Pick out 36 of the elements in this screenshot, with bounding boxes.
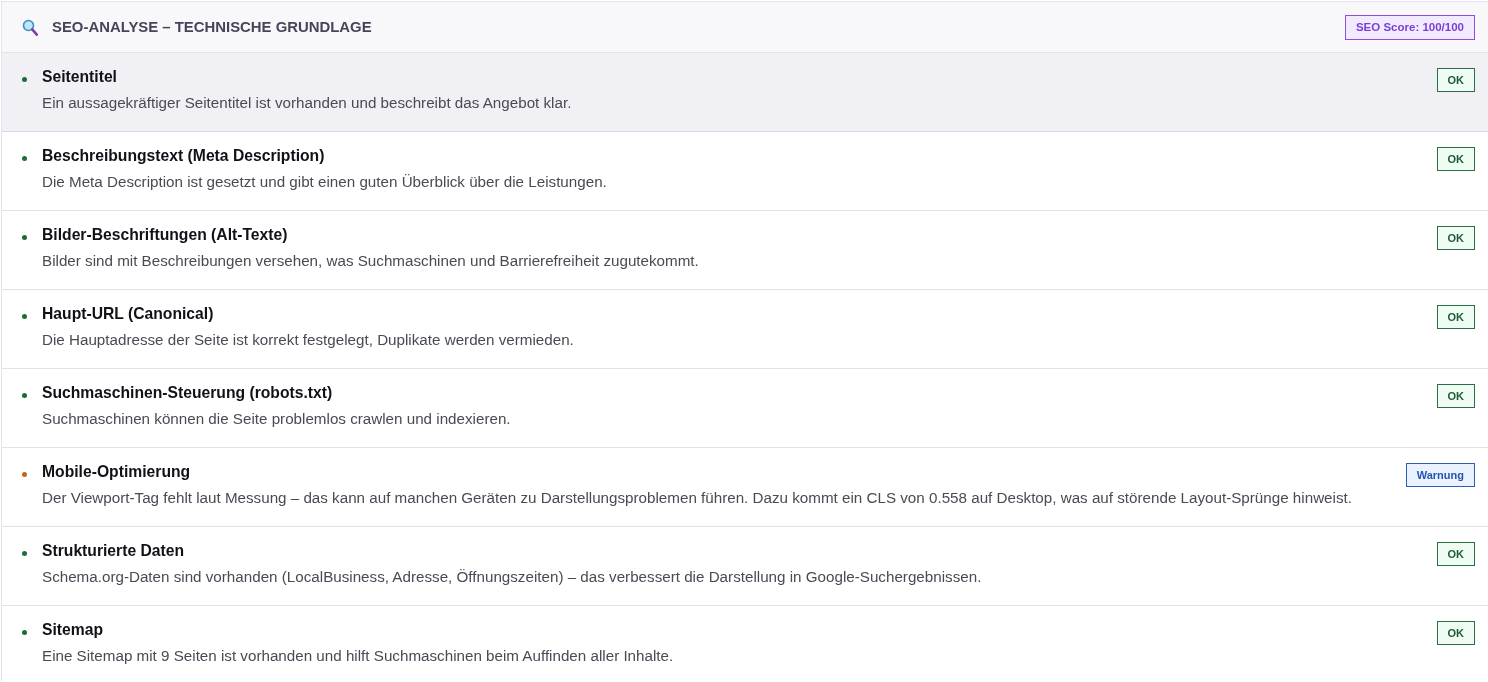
status-badge: Warnung [1405, 463, 1475, 487]
check-title: Mobile-Optimierung [42, 462, 191, 482]
status-dot-icon [22, 77, 27, 82]
check-description: Suchmaschinen können die Seite problemlos crawlen und indexieren. [42, 409, 511, 429]
status-dot-icon [22, 156, 27, 161]
check-title: Strukturierte Daten [42, 541, 185, 561]
check-description: Ein aussagekräftiger Seitentitel ist vorhanden und beschreibt das Angebot klar. [42, 93, 572, 113]
search-icon [22, 18, 38, 36]
check-title: Sitemap [42, 620, 104, 640]
check-description: Eine Sitemap mit 9 Seiten ist vorhanden und hilft Suchmaschinen beim Auffinden aller Inhalte. [42, 646, 674, 666]
check-title: Haupt-URL (Canonical) [42, 304, 214, 324]
status-dot-icon [22, 630, 27, 635]
check-title: Bilder-Beschriftungen (Alt-Texte) [42, 225, 288, 245]
check-title: Beschreibungstext (Meta Description) [42, 146, 325, 166]
status-badge: OK [1436, 621, 1475, 645]
check-description: Schema.org-Daten sind vorhanden (LocalBusiness, Adresse, Öffnungszeiten) – das verbessert die Darstellung in Google-Suchergebnissen. [42, 567, 982, 587]
status-dot-icon [22, 551, 27, 556]
check-title: Suchmaschinen-Steuerung (robots.txt) [42, 383, 333, 403]
check-title: Seitentitel [42, 67, 117, 87]
check-row[interactable]: Seitentitel Ein aussagekräftiger Seitentitel ist vorhanden und beschreibt das Angebot klar. OK [2, 53, 1488, 132]
status-dot-icon [22, 235, 27, 240]
status-badge: OK [1436, 147, 1475, 171]
status-dot-icon [22, 314, 27, 319]
status-dot-icon [22, 472, 27, 477]
check-description: Der Viewport-Tag fehlt laut Messung – das kann auf manchen Geräten zu Darstellungsproblemen führen. Dazu kommt ein CLS von 0.558 auf Desktop, was auf störende Layout-Sprünge hinweist. [42, 488, 1352, 508]
status-badge: OK [1436, 226, 1475, 250]
score-badge: SEO Score: 100/100 [1344, 14, 1475, 40]
panel-title: SEO-ANALYSE – TECHNISCHE GRUNDLAGE [52, 19, 372, 35]
check-description: Bilder sind mit Beschreibungen versehen, was Suchmaschinen und Barrierefreiheit zugutekommt. [42, 251, 699, 271]
status-dot-icon [22, 393, 27, 398]
status-badge: OK [1436, 384, 1475, 408]
status-badge: OK [1436, 68, 1475, 92]
status-badge: OK [1436, 542, 1475, 566]
check-description: Die Hauptadresse der Seite ist korrekt festgelegt, Duplikate werden vermieden. [42, 330, 574, 350]
status-badge: OK [1436, 305, 1475, 329]
check-description: Die Meta Description ist gesetzt und gibt einen guten Überblick über die Leistungen. [42, 172, 607, 192]
